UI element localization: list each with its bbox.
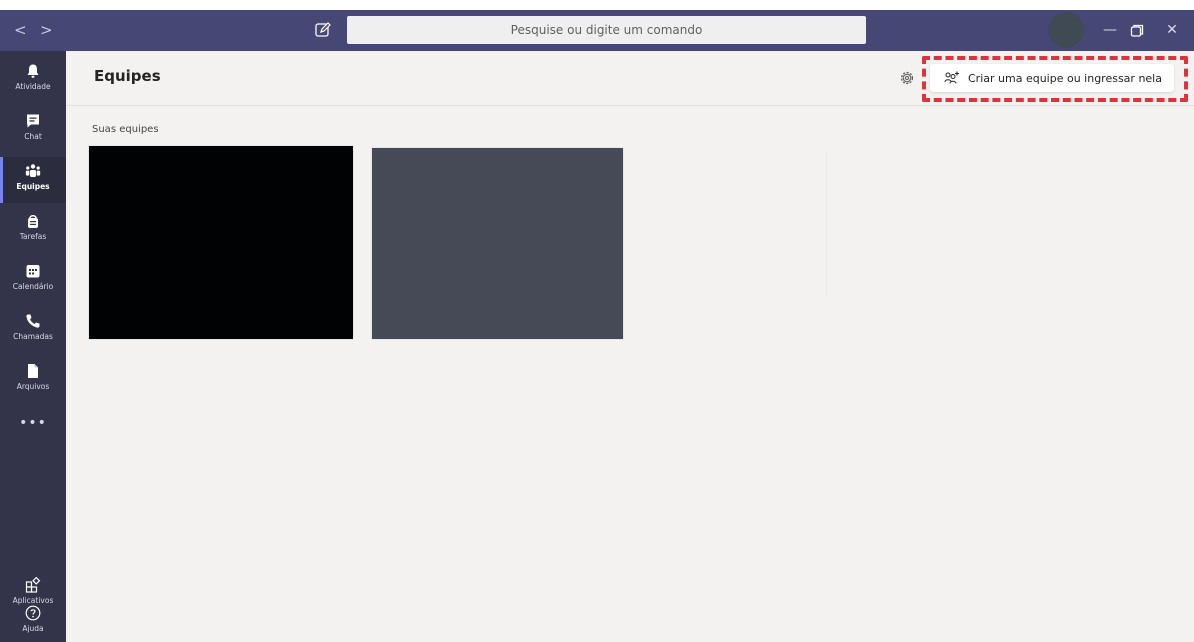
compose-icon[interactable] — [314, 21, 332, 39]
rail-item-label: Calendário — [12, 282, 54, 291]
back-button[interactable]: < — [14, 21, 27, 39]
phone-icon — [26, 314, 40, 328]
rail-item-label: Arquivos — [16, 382, 50, 391]
bell-icon — [27, 64, 39, 78]
forward-button[interactable]: > — [40, 21, 53, 39]
rail-item-label: Ajuda — [22, 624, 44, 633]
rail-item-calendario[interactable]: Calendário — [0, 257, 66, 303]
main-content: Equipes Criar uma equipe ou ingressar ne… — [66, 51, 1194, 642]
app-rail: Atividade Chat Equipes Tarefas Calendári… — [0, 51, 66, 642]
team-card[interactable] — [88, 145, 354, 340]
rail-item-equipes[interactable]: Equipes — [0, 157, 66, 203]
section-label: Suas equipes — [92, 124, 159, 135]
rail-item-label: Equipes — [16, 182, 50, 191]
page-title: Equipes — [94, 67, 161, 85]
avatar[interactable] — [1048, 12, 1084, 48]
divider — [826, 151, 827, 296]
more-apps-button[interactable]: ••• — [0, 415, 66, 431]
tasks-icon — [28, 215, 38, 228]
gear-icon[interactable] — [898, 69, 916, 87]
rail-item-chamadas[interactable]: Chamadas — [0, 307, 66, 353]
teams-window: < > Pesquise ou digite um comando — ✕ At… — [0, 10, 1194, 642]
chat-icon — [27, 114, 39, 128]
help-icon — [25, 605, 41, 621]
search-input[interactable]: Pesquise ou digite um comando — [347, 16, 866, 44]
rail-item-label: Atividade — [15, 82, 51, 91]
create-button-label: Criar uma equipe ou ingressar nela — [968, 71, 1162, 85]
rail-item-label: Tarefas — [19, 232, 47, 241]
rail-item-ajuda[interactable]: Ajuda — [0, 599, 66, 642]
rail-item-chat[interactable]: Chat — [0, 107, 66, 153]
rail-item-atividade[interactable]: Atividade — [0, 57, 66, 103]
rail-item-tarefas[interactable]: Tarefas — [0, 207, 66, 253]
team-card[interactable] — [371, 147, 624, 340]
calendar-icon — [26, 265, 40, 278]
search-placeholder: Pesquise ou digite um comando — [510, 23, 703, 37]
create-or-join-team-button[interactable]: Criar uma equipe ou ingressar nela — [930, 64, 1174, 92]
file-icon — [28, 364, 38, 378]
teams-icon — [25, 164, 41, 177]
rail-item-label: Chamadas — [13, 332, 53, 341]
close-button[interactable]: ✕ — [1162, 20, 1182, 40]
title-bar: < > Pesquise ou digite um comando — ✕ — [0, 10, 1194, 51]
apps-icon — [25, 577, 41, 593]
rail-item-arquivos[interactable]: Arquivos — [0, 357, 66, 403]
rail-item-label: Chat — [24, 132, 42, 141]
add-team-icon — [944, 71, 959, 84]
page-header: Equipes Criar uma equipe ou ingressar ne… — [66, 51, 1194, 106]
restore-icon[interactable] — [1130, 24, 1144, 38]
minimize-button[interactable]: — — [1100, 20, 1120, 40]
